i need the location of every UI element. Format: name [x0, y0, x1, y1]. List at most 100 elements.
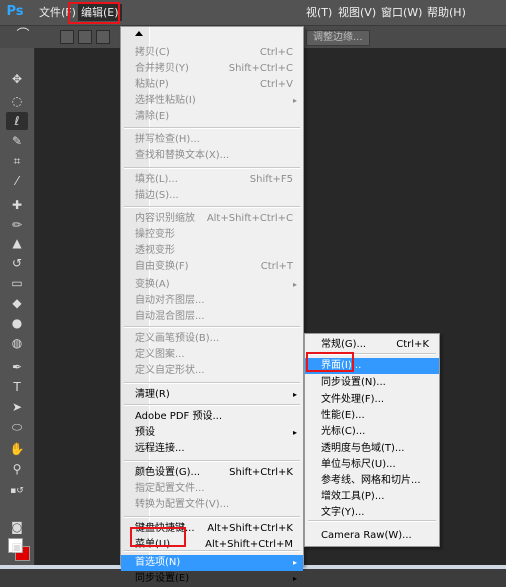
lasso-options-icon[interactable]: ⌒	[10, 27, 36, 45]
menu-item-label: 内容识别缩放	[135, 213, 195, 224]
edit-menu-item-adobe-pdf-presets[interactable]: Adobe PDF 预设...	[121, 409, 303, 425]
shape-tool-icon[interactable]: ⬭	[6, 418, 28, 436]
edit-menu-item-remote-connections[interactable]: 远程连接...	[121, 441, 303, 457]
quick-select-tool-icon[interactable]: ✎	[6, 132, 28, 150]
eraser-tool-icon[interactable]: ▭	[6, 274, 28, 292]
edit-menu-item-define-pattern[interactable]: 定义图案...	[121, 347, 303, 363]
blur-tool-icon[interactable]: ●	[6, 314, 28, 332]
edit-menu-item-spell-check[interactable]: 拼写检查(H)...	[121, 132, 303, 148]
menu-item-label: Adobe PDF 预设...	[135, 411, 223, 422]
hand-tool-icon[interactable]: ✋	[6, 440, 28, 458]
stamp-tool-icon[interactable]: ▲	[6, 234, 28, 252]
preferences-item-performance[interactable]: 性能(E)...	[305, 408, 439, 424]
edit-menu-item-fill[interactable]: 填充(L)... Shift+F5	[121, 172, 303, 188]
preferences-item-interface[interactable]: 界面(I)...	[305, 358, 439, 374]
edit-menu-item-copy-merged[interactable]: 合并拷贝(Y) Shift+Ctrl+C	[121, 61, 303, 77]
move-tool-icon[interactable]: ✥	[6, 70, 28, 88]
menu-item-label: 查找和替换文本(X)...	[135, 150, 230, 161]
submenu-arrow-icon: ▸	[292, 390, 297, 399]
edit-menu-item-paste-special[interactable]: 选择性粘贴(I) ▸	[121, 93, 303, 109]
screen-mode-icon[interactable]: ▣	[6, 538, 28, 556]
edit-menu-item-find-replace[interactable]: 查找和替换文本(X)...	[121, 148, 303, 164]
menu-bar: Ps 文件(F) 编辑(E) 视(T) 视图(V) 窗口(W) 帮助(H)	[0, 0, 506, 26]
scroll-up-icon[interactable]	[135, 31, 143, 36]
menu-item-label: 文件处理(F)...	[321, 394, 385, 405]
menu-item-label: 拼写检查(H)...	[135, 134, 200, 145]
edit-menu-item-define-brush-preset[interactable]: 定义画笔预设(B)...	[121, 331, 303, 347]
preferences-item-plugins[interactable]: 增效工具(P)...	[305, 489, 439, 505]
path-select-tool-icon[interactable]: ➤	[6, 398, 28, 416]
menu-edit[interactable]: 编辑(E)	[78, 4, 122, 21]
menu-item-label: 性能(E)...	[321, 410, 365, 421]
preferences-item-file-handling[interactable]: 文件处理(F)...	[305, 392, 439, 408]
menu-item-label: 单位与标尺(U)...	[321, 459, 396, 470]
edit-menu-item-content-aware-scale[interactable]: 内容识别缩放 Alt+Shift+Ctrl+C	[121, 211, 303, 227]
edit-menu-item-puppet-warp[interactable]: 操控变形	[121, 227, 303, 243]
edit-menu-item-purge[interactable]: 清理(R) ▸	[121, 387, 303, 403]
edit-menu-item-stroke[interactable]: 描边(S)...	[121, 188, 303, 204]
edit-menu-item-paste[interactable]: 粘贴(P) Ctrl+V	[121, 77, 303, 93]
preferences-item-type[interactable]: 文字(Y)...	[305, 505, 439, 521]
edit-menu-item-assign-profile[interactable]: 指定配置文件...	[121, 481, 303, 497]
type-tool-icon[interactable]: T	[6, 378, 28, 396]
submenu-arrow-icon: ▸	[292, 96, 297, 105]
preferences-item-sync-settings[interactable]: 同步设置(N)...	[305, 375, 439, 391]
add-selection-icon[interactable]	[78, 30, 92, 44]
subtract-selection-icon[interactable]	[96, 30, 110, 44]
marquee-tool-icon[interactable]: ◌	[6, 92, 28, 110]
edit-menu-item-keyboard-shortcuts[interactable]: 键盘快捷键... Alt+Shift+Ctrl+K	[121, 521, 303, 537]
menu-item-label: 常规(G)...	[321, 339, 367, 350]
edit-menu-item-clear[interactable]: 清除(E)	[121, 109, 303, 125]
menu-item-label: 菜单(U)...	[135, 539, 180, 550]
menu-item-label: 转换为配置文件(V)...	[135, 499, 230, 510]
edit-menu-item-auto-align-layers[interactable]: 自动对齐图层...	[121, 293, 303, 309]
menu-item-label: 远程连接...	[135, 443, 185, 454]
edit-menu-item-define-custom-shape[interactable]: 定义自定形状...	[121, 363, 303, 379]
preferences-item-guides-grid-slices[interactable]: 参考线、网格和切片...	[305, 473, 439, 489]
menu-item-label: 增效工具(P)...	[321, 491, 385, 502]
default-colors-icon[interactable]: ▪↺	[6, 482, 28, 500]
menu-help[interactable]: 帮助(H)	[424, 4, 469, 21]
preferences-item-transparency-gamut[interactable]: 透明度与色域(T)...	[305, 441, 439, 457]
refine-edge-button[interactable]: 调整边缘...	[306, 30, 370, 46]
quick-mask-icon[interactable]: ◙	[6, 518, 28, 536]
edit-menu-item-transform[interactable]: 变换(A) ▸	[121, 277, 303, 293]
edit-menu-item-auto-blend-layers[interactable]: 自动混合图层...	[121, 309, 303, 325]
preferences-item-camera-raw[interactable]: Camera Raw(W)...	[305, 528, 439, 544]
edit-menu-item-copy[interactable]: 拷贝(C) Ctrl+C	[121, 45, 303, 61]
submenu-arrow-icon: ▸	[292, 574, 297, 583]
brush-tool-icon[interactable]: ✏	[6, 216, 28, 234]
preferences-item-cursors[interactable]: 光标(C)...	[305, 424, 439, 440]
edit-menu-item-color-settings[interactable]: 颜色设置(G)... Shift+Ctrl+K	[121, 465, 303, 481]
pen-tool-icon[interactable]: ✒	[6, 358, 28, 376]
healing-brush-tool-icon[interactable]: ✚	[6, 196, 28, 214]
menu-file[interactable]: 文件(F)	[36, 4, 79, 21]
preferences-item-general[interactable]: 常规(G)... Ctrl+K	[305, 337, 439, 353]
dodge-tool-icon[interactable]: ◍	[6, 334, 28, 352]
preferences-item-units-rulers[interactable]: 单位与标尺(U)...	[305, 457, 439, 473]
menu-item-label: 键盘快捷键...	[135, 523, 195, 534]
eyedropper-tool-icon[interactable]: ⁄	[6, 172, 28, 190]
edit-menu-item-convert-to-profile[interactable]: 转换为配置文件(V)...	[121, 497, 303, 513]
menu-window[interactable]: 窗口(W)	[378, 4, 425, 21]
new-selection-icon[interactable]	[60, 30, 74, 44]
zoom-tool-icon[interactable]: ⚲	[6, 460, 28, 478]
menu-view[interactable]: 视图(V)	[335, 4, 379, 21]
edit-menu-item-presets[interactable]: 预设 ▸	[121, 425, 303, 441]
submenu-arrow-icon: ▸	[292, 428, 297, 437]
history-brush-tool-icon[interactable]: ↺	[6, 254, 28, 272]
menu-item-label: 拷贝(C)	[135, 47, 170, 58]
paint-bucket-tool-icon[interactable]: ◆	[6, 294, 28, 312]
edit-menu-item-perspective-warp[interactable]: 透视变形	[121, 243, 303, 259]
edit-menu-item-menus[interactable]: 菜单(U)... Alt+Shift+Ctrl+M	[121, 537, 303, 553]
edit-menu-item-free-transform[interactable]: 自由变换(F) Ctrl+T	[121, 259, 303, 275]
crop-tool-icon[interactable]: ⌗	[6, 152, 28, 170]
menu-partial[interactable]: 视(T)	[303, 4, 335, 21]
menu-item-label: 填充(L)...	[135, 174, 178, 185]
menu-item-label: 选择性粘贴(I)	[135, 95, 196, 106]
edit-menu-item-sync-settings[interactable]: 同步设置(E) ▸	[121, 571, 303, 587]
lasso-tool-icon[interactable]: ℓ	[6, 112, 28, 130]
menu-item-label: 操控变形	[135, 229, 175, 240]
toolbox: ✥ ◌ ℓ ✎ ⌗ ⁄ ✚ ✏ ▲ ↺ ▭ ◆ ● ◍ ✒ T ➤ ⬭ ✋ ⚲ …	[0, 48, 35, 569]
menu-item-shortcut: Alt+Shift+Ctrl+M	[205, 539, 293, 550]
